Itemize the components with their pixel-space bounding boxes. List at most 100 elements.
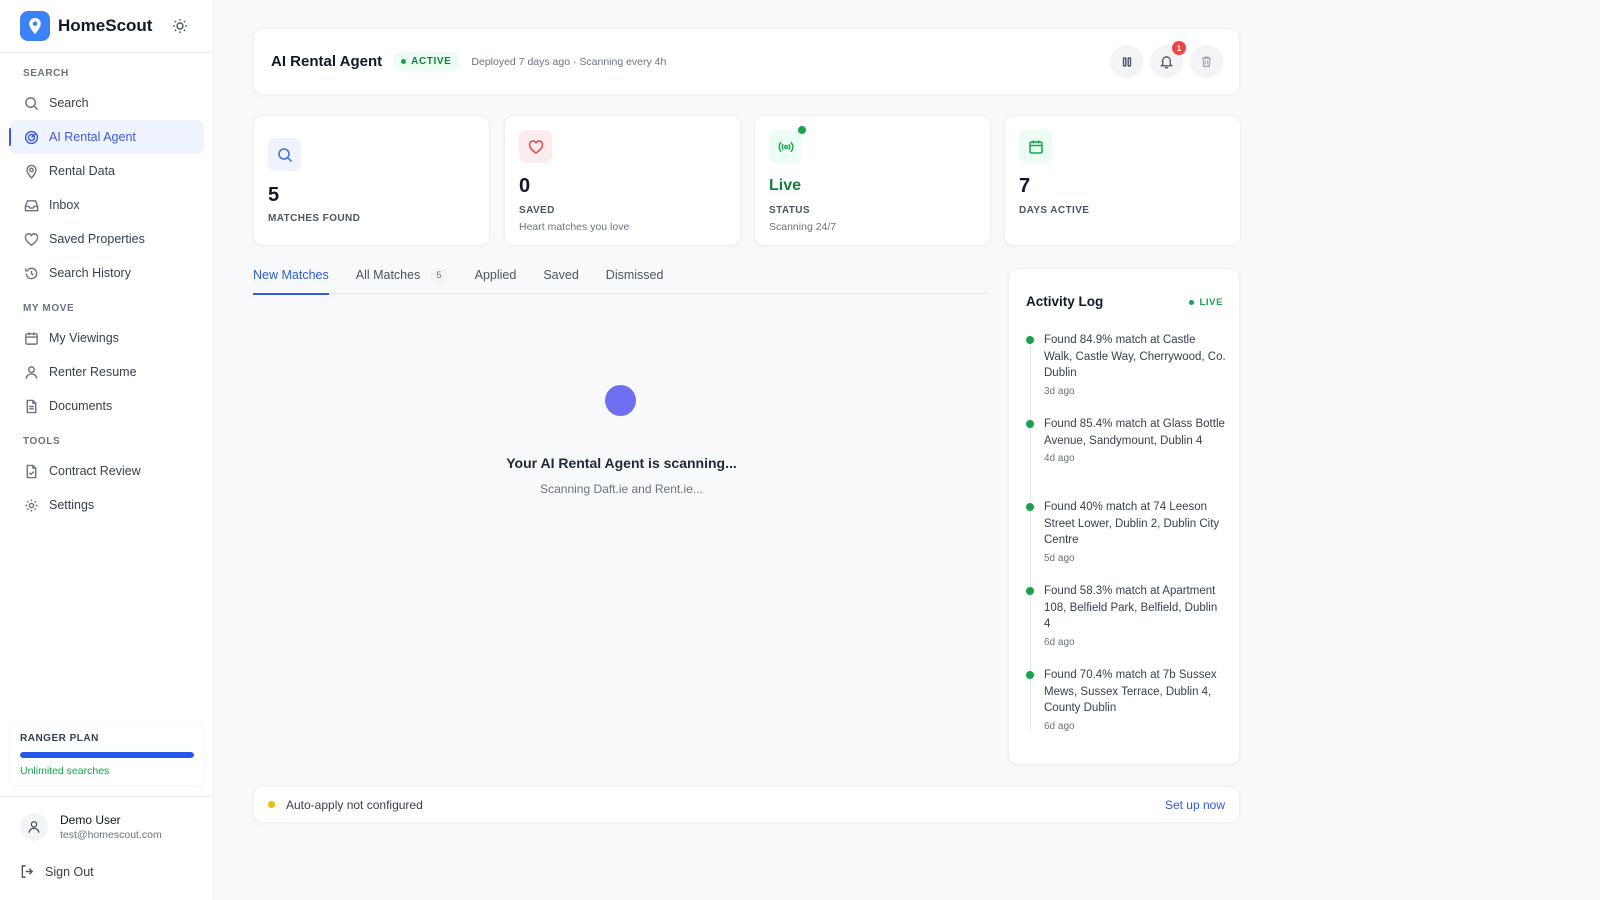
stat-card-status: Live STATUS Scanning 24/7 xyxy=(754,115,991,246)
heart-icon xyxy=(23,231,39,247)
sidebar-item-label: Rental Data xyxy=(49,164,116,178)
pause-icon xyxy=(1121,56,1133,68)
stat-card-saved: 0 SAVED Heart matches you love xyxy=(504,115,741,246)
user-profile[interactable]: Demo User test@homescout.com xyxy=(20,813,162,841)
map-pin-icon xyxy=(23,163,39,179)
activity-item: Found 58.3% match at Apartment 108, Belf… xyxy=(1026,583,1226,648)
sidebar-item-renter-resume[interactable]: Renter Resume xyxy=(10,355,204,389)
nav-section-tools: TOOLS xyxy=(23,436,61,447)
sign-out-label: Sign Out xyxy=(45,864,94,879)
activity-text: Found 58.3% match at Apartment 108, Belf… xyxy=(1044,585,1218,630)
tab-dismissed[interactable]: Dismissed xyxy=(606,262,664,294)
warning-dot xyxy=(268,801,275,808)
inbox-icon xyxy=(23,197,39,213)
match-tabs: New Matches All Matches 5 Applied Saved … xyxy=(253,262,988,295)
sidebar-item-label: Contract Review xyxy=(49,464,141,478)
sidebar-item-settings[interactable]: Settings xyxy=(10,488,204,522)
sidebar-item-rental-data[interactable]: Rental Data xyxy=(10,154,204,188)
pause-button[interactable] xyxy=(1110,45,1143,78)
sidebar-item-search-history[interactable]: Search History xyxy=(10,256,204,290)
sidebar-item-label: AI Rental Agent xyxy=(49,130,136,144)
tab-label: All Matches xyxy=(355,268,421,282)
sun-icon[interactable] xyxy=(170,16,190,36)
heart-icon xyxy=(519,130,552,163)
activity-time: 3d ago xyxy=(1044,385,1075,397)
sidebar-item-ai-rental-agent[interactable]: AI Rental Agent xyxy=(9,120,204,154)
activity-dot xyxy=(1026,587,1034,595)
set-up-now-link[interactable]: Set up now xyxy=(1165,798,1225,812)
tab-count-badge: 5 xyxy=(430,268,448,283)
activity-time: 6d ago xyxy=(1044,720,1075,732)
divider xyxy=(0,796,214,797)
homescout-logo-icon[interactable] xyxy=(20,11,50,41)
delete-button[interactable] xyxy=(1190,45,1223,78)
search-icon xyxy=(23,95,39,111)
stat-subtitle: Heart matches you love xyxy=(519,221,630,233)
scanning-title: Your AI Rental Agent is scanning... xyxy=(506,455,737,471)
activity-log-title: Activity Log xyxy=(1026,294,1104,309)
sidebar-item-documents[interactable]: Documents xyxy=(10,389,204,423)
radar-icon xyxy=(23,129,39,145)
activity-text: Found 40% match at 74 Leeson Street Lowe… xyxy=(1044,501,1220,546)
stat-card-matches: 5 MATCHES FOUND xyxy=(253,115,490,246)
gear-icon xyxy=(23,497,39,513)
plan-subtitle: Unlimited searches xyxy=(20,765,110,777)
stat-value: 0 xyxy=(519,175,531,197)
activity-dot xyxy=(1026,336,1034,344)
stat-value: 7 xyxy=(1019,175,1031,197)
activity-item: Found 40% match at 74 Leeson Street Lowe… xyxy=(1026,499,1226,564)
stat-label: MATCHES FOUND xyxy=(268,213,361,224)
sidebar-item-search[interactable]: Search xyxy=(10,86,204,120)
user-name: Demo User xyxy=(60,813,121,827)
sidebar-item-label: Search xyxy=(49,96,89,110)
sidebar-item-label: My Viewings xyxy=(49,331,119,345)
plan-usage-bar xyxy=(20,752,194,758)
nav-section-my-move: MY MOVE xyxy=(23,303,75,314)
calendar-icon xyxy=(1019,130,1052,163)
status-badge: ACTIVE xyxy=(394,52,460,71)
brand-name: HomeScout xyxy=(58,16,153,35)
nav-section-search: SEARCH xyxy=(23,68,69,79)
stat-value: Live xyxy=(769,177,802,194)
activity-time: 6d ago xyxy=(1044,636,1075,648)
tab-saved[interactable]: Saved xyxy=(543,262,578,294)
tab-applied[interactable]: Applied xyxy=(475,262,517,294)
activity-log: Activity Log LIVE Found 84.9% match at C… xyxy=(1008,268,1240,765)
auto-apply-text: Auto-apply not configured xyxy=(286,797,423,812)
scanning-spinner xyxy=(605,385,636,416)
sidebar-item-label: Inbox xyxy=(49,198,80,212)
avatar xyxy=(20,813,48,841)
activity-time: 4d ago xyxy=(1044,453,1075,464)
sidebar-item-inbox[interactable]: Inbox xyxy=(10,188,204,222)
user-icon xyxy=(23,364,39,380)
sign-out-button[interactable]: Sign Out xyxy=(20,864,94,879)
plan-title: RANGER PLAN xyxy=(20,733,99,744)
sidebar-item-label: Saved Properties xyxy=(49,232,145,246)
tab-new-matches[interactable]: New Matches xyxy=(253,262,329,295)
brand-header: HomeScout xyxy=(0,0,213,53)
sidebar-item-my-viewings[interactable]: My Viewings xyxy=(10,321,204,355)
live-indicator-dot xyxy=(798,126,806,134)
page-title: AI Rental Agent xyxy=(271,53,383,70)
sidebar-item-label: Settings xyxy=(49,498,95,512)
activity-text: Found 84.9% match at Castle Walk, Castle… xyxy=(1044,334,1226,379)
plan-usage-fill xyxy=(20,752,194,758)
sidebar-item-contract-review[interactable]: Contract Review xyxy=(10,454,204,488)
live-label: LIVE xyxy=(1199,297,1223,308)
file-check-icon xyxy=(23,463,39,479)
tab-all-matches[interactable]: All Matches 5 xyxy=(356,262,448,294)
notifications-button[interactable]: 1 xyxy=(1150,41,1186,78)
sidebar-item-label: Renter Resume xyxy=(49,365,137,379)
broadcast-icon xyxy=(769,130,802,163)
stat-value: 5 xyxy=(268,184,280,206)
activity-item: Found 70.4% match at 7b Sussex Mews, Sus… xyxy=(1026,667,1226,732)
plan-card: RANGER PLAN Unlimited searches xyxy=(10,723,204,785)
notification-count-badge: 1 xyxy=(1172,41,1186,55)
sidebar: HomeScout SEARCH Search AI Rental Agent … xyxy=(0,0,214,900)
bell-icon xyxy=(1159,54,1174,69)
sidebar-item-saved-properties[interactable]: Saved Properties xyxy=(10,222,204,256)
user-email: test@homescout.com xyxy=(60,829,162,841)
activity-item: Found 85.4% match at Glass Bottle Avenue… xyxy=(1026,416,1226,464)
search-icon xyxy=(268,138,301,171)
calendar-icon xyxy=(23,330,39,346)
